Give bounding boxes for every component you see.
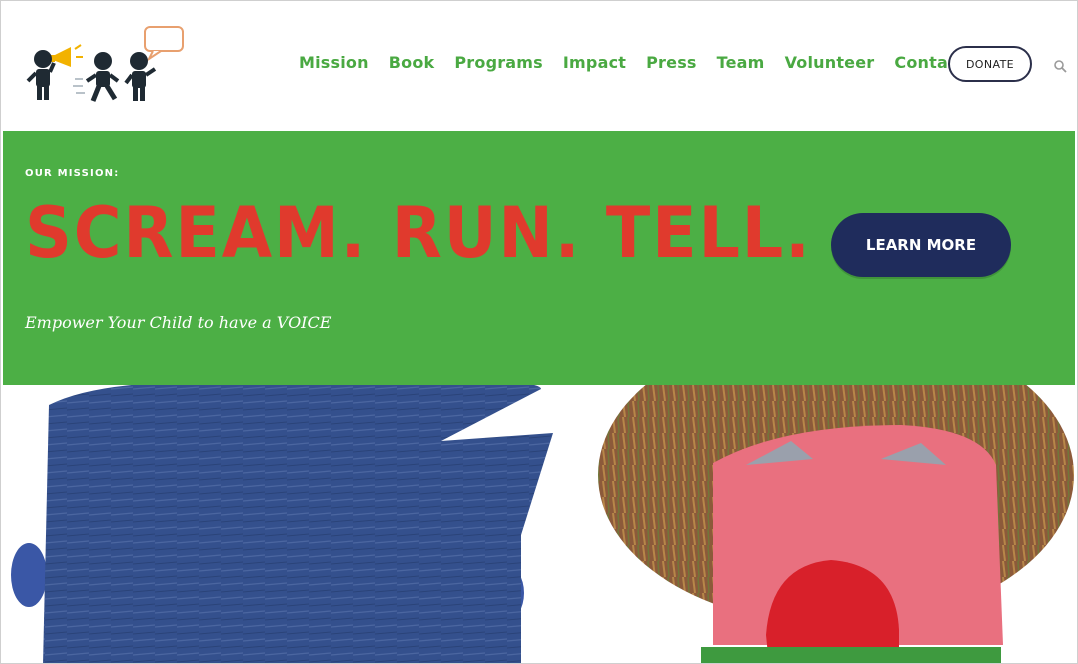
nav-item-team[interactable]: Team (717, 53, 765, 72)
nav-item-impact[interactable]: Impact (563, 53, 626, 72)
pink-face-screaming-icon (598, 385, 1074, 663)
nav-item-programs[interactable]: Programs (454, 53, 543, 72)
nav-item-volunteer[interactable]: Volunteer (785, 53, 875, 72)
donate-button[interactable]: DONATE (948, 46, 1032, 82)
kids-megaphone-speech-logo-icon (26, 26, 184, 102)
search-icon[interactable] (1053, 58, 1067, 73)
blue-collage-head-icon (11, 385, 553, 663)
site-logo[interactable] (23, 23, 193, 113)
mission-tagline: Empower Your Child to have a VOICE (25, 313, 332, 332)
main-nav: Mission Book Programs Impact Press Team … (299, 53, 985, 72)
hero-artwork (1, 385, 1077, 663)
learn-more-button[interactable]: LEARN MORE (831, 213, 1011, 277)
page-frame: Mission Book Programs Impact Press Team … (0, 0, 1078, 664)
mission-banner: OUR MISSION: SCREAM. RUN. TELL. Empower … (3, 131, 1075, 385)
collage-illustration (11, 385, 1074, 663)
mission-headline: SCREAM. RUN. TELL. (25, 192, 812, 274)
site-header: Mission Book Programs Impact Press Team … (1, 1, 1077, 131)
nav-item-mission[interactable]: Mission (299, 53, 369, 72)
mission-eyebrow: OUR MISSION: (25, 168, 120, 179)
nav-item-book[interactable]: Book (389, 53, 435, 72)
nav-item-press[interactable]: Press (646, 53, 697, 72)
